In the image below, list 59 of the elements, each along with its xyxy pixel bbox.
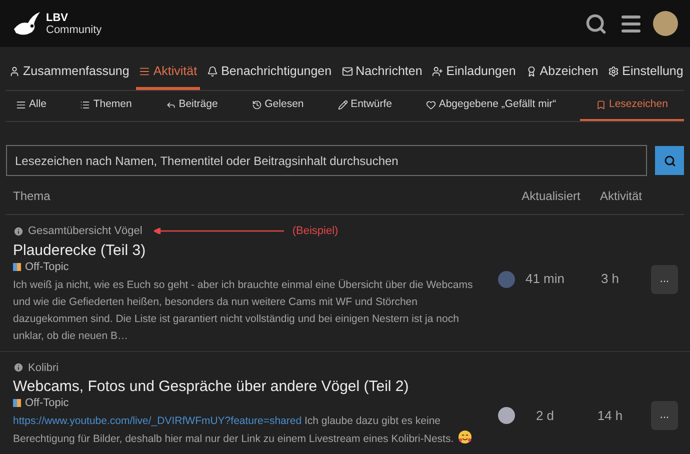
bookmark-icon <box>596 100 606 110</box>
updated-time: 41 min <box>524 270 566 288</box>
user-icon <box>9 66 20 76</box>
bulleted-list-icon <box>80 100 90 110</box>
search-field[interactable]: Lesezeichen nach Namen, Thementitel oder Beitragsinhalt durchsuchen <box>6 145 647 176</box>
more-button[interactable]: ... <box>651 401 678 430</box>
info-icon <box>13 226 24 237</box>
updated-time: 2 d <box>534 406 556 425</box>
bell-icon <box>207 66 218 76</box>
profile-tab[interactable]: Abzeichen <box>522 55 602 90</box>
activity-tab[interactable]: Lesezeichen <box>580 91 684 121</box>
topic-excerpt: Ich weiß ja nicht, wie es Euch so geht - aber ich brauchte einmal eine Übersicht über die Webcams und wie die Gefiederten heißen, besonders da nun weitere Cams mit WF und Störchen dazugekommen sind. Die Liste ist garantiert nicht vollständig und bei einigen Nestern ist ja noch unklar, ob die neuen B… <box>13 278 474 344</box>
reply-icon <box>166 100 176 110</box>
column-header[interactable]: Aktualisiert <box>511 187 591 205</box>
logo-title: LBV <box>46 12 69 24</box>
heart-icon <box>426 100 436 110</box>
badge-icon <box>526 66 537 76</box>
category-link[interactable]: Off-Topic <box>25 396 69 410</box>
video-link[interactable]: https://www.youtube.com/live/_DVIRfWFmUY?feature=shared <box>13 415 302 427</box>
category-link[interactable]: Off-Topic <box>25 260 69 274</box>
history-icon <box>252 100 262 110</box>
add-user-icon <box>432 66 444 76</box>
activity-tab[interactable]: Alle <box>6 91 57 121</box>
topic-excerpt: https://www.youtube.com/live/_DVIRfWFmUY?feature=shared Ich glaube dazu gibt es keine Berechtigung für Bilder, deshalb hier mal nur der Link zu einem Livestream eines Kolibri-Nests. <box>13 413 490 448</box>
activity-time: 14 h <box>596 406 624 425</box>
parent-topic-link[interactable]: Kolibri <box>28 360 59 376</box>
info-icon <box>13 362 24 374</box>
annotation-text: (Beispiel) <box>292 224 338 239</box>
activity-tab[interactable]: Themen <box>70 91 142 121</box>
profile-tab[interactable]: Aktivität <box>136 55 200 90</box>
parent-topic-link[interactable]: Gesamtübersicht Vögel <box>28 223 142 240</box>
pencil-icon <box>338 100 348 110</box>
search-icon[interactable] <box>585 12 607 34</box>
activity-tab[interactable]: Abgegebene „Gefällt mir“ <box>416 91 566 121</box>
search-icon <box>664 154 676 166</box>
user-avatar[interactable] <box>653 11 678 36</box>
list-icon <box>139 66 150 76</box>
logo-subtitle: Community <box>46 24 102 36</box>
poster-avatar[interactable] <box>498 407 515 424</box>
envelope-icon <box>342 66 353 76</box>
topic-title[interactable]: Plauderecke (Teil 3) <box>13 242 490 260</box>
more-button[interactable]: ... <box>651 264 678 294</box>
search-button[interactable] <box>655 146 684 175</box>
activity-tab[interactable]: Gelesen <box>242 91 314 121</box>
profile-tab[interactable]: Einstellung <box>605 55 684 90</box>
topic-title[interactable]: Webcams, Fotos und Gespräche über andere Vögel (Teil 2) <box>13 378 490 396</box>
settings-icon <box>608 66 620 76</box>
activity-tab[interactable]: Entwürfe <box>328 91 402 121</box>
column-header[interactable]: Thema <box>6 187 511 205</box>
activity-tab[interactable]: Beiträge <box>156 91 228 121</box>
column-header[interactable]: Aktivität <box>591 187 651 205</box>
list-icon <box>16 100 26 110</box>
category-icon <box>13 399 21 407</box>
category-icon <box>13 262 21 270</box>
profile-tab[interactable]: Zusammenfassung <box>6 55 132 90</box>
activity-time: 3 h <box>600 270 620 288</box>
profile-tab[interactable]: Benachrichtigungen <box>204 55 335 90</box>
profile-tab[interactable]: Einladungen <box>429 55 519 90</box>
profile-tab[interactable]: Nachrichten <box>338 55 426 90</box>
